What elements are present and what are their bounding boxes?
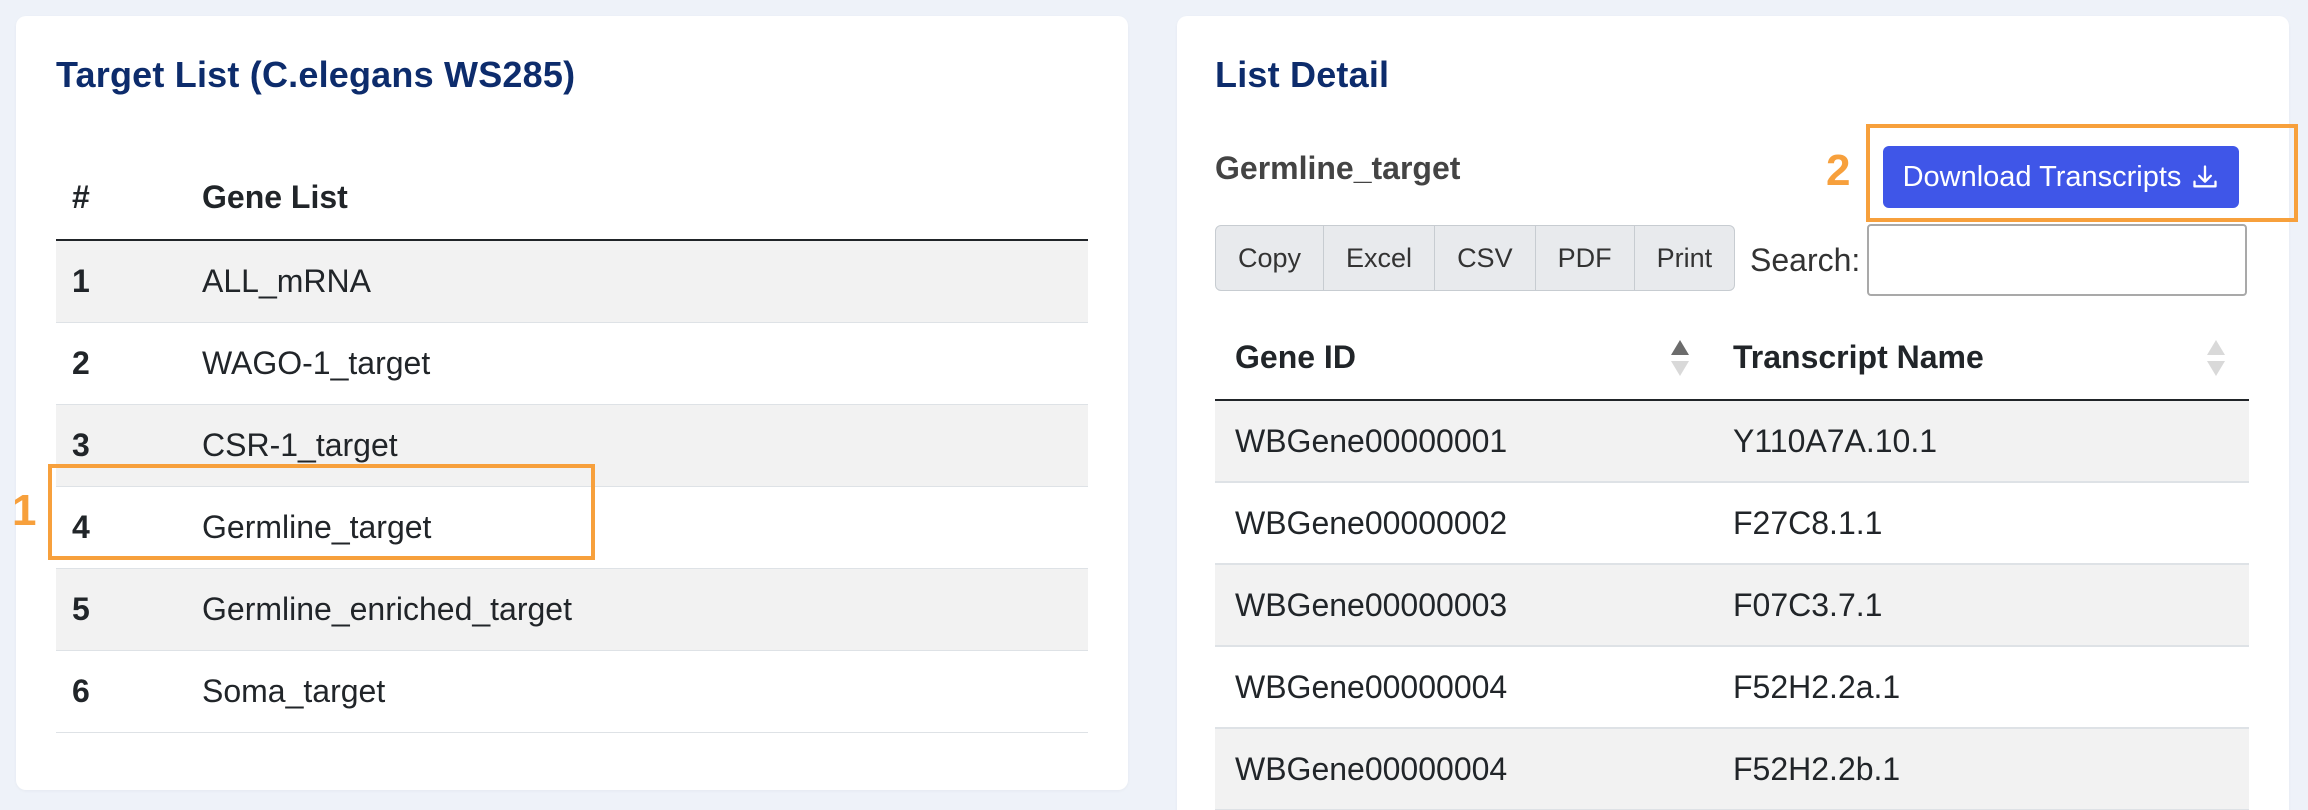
column-header-gene-list[interactable]: Gene List: [186, 156, 1088, 241]
annotation-highlight-1: [48, 464, 595, 560]
table-row: WBGene00000003 F07C3.7.1: [1215, 564, 2249, 647]
column-header-number[interactable]: #: [56, 156, 186, 241]
table-row: WBGene00000002 F27C8.1.1: [1215, 482, 2249, 565]
gene-list-name[interactable]: ALL_mRNA: [186, 240, 1088, 323]
row-number: 1: [56, 240, 186, 323]
gene-id-cell: WBGene00000003: [1215, 564, 1713, 647]
table-row: WBGene00000001 Y110A7A.10.1: [1215, 400, 2249, 483]
sort-both-icon: [2207, 340, 2225, 376]
transcript-name-cell: Y110A7A.10.1: [1713, 400, 2249, 483]
gene-id-cell: WBGene00000004: [1215, 728, 1713, 810]
transcript-name-cell: F52H2.2b.1: [1713, 728, 2249, 810]
gene-id-cell: WBGene00000004: [1215, 646, 1713, 729]
print-button[interactable]: Print: [1634, 225, 1736, 291]
excel-button[interactable]: Excel: [1324, 225, 1436, 291]
annotation-highlight-2: [1866, 124, 2298, 222]
column-header-gene-id[interactable]: Gene ID: [1215, 316, 1713, 401]
column-header-gene-id-label: Gene ID: [1235, 339, 1356, 375]
search-input[interactable]: [1867, 224, 2247, 296]
annotation-number-2: 2: [1826, 146, 1851, 195]
transcript-name-cell: F07C3.7.1: [1713, 564, 2249, 647]
gene-list-row[interactable]: 5 Germline_enriched_target: [56, 568, 1088, 651]
csv-button[interactable]: CSV: [1435, 225, 1536, 291]
row-number: 6: [56, 650, 186, 733]
gene-list-name[interactable]: Soma_target: [186, 650, 1088, 733]
gene-list-row[interactable]: 6 Soma_target: [56, 650, 1088, 733]
pdf-button[interactable]: PDF: [1535, 225, 1635, 291]
gene-list-row[interactable]: 2 WAGO-1_target: [56, 322, 1088, 405]
row-number: 5: [56, 568, 186, 651]
selected-list-name: Germline_target: [1215, 150, 1461, 186]
annotation-number-1: 1: [12, 486, 37, 535]
target-list-card: Target List (C.elegans WS285) # Gene Lis…: [16, 16, 1128, 790]
search-label: Search:: [1750, 242, 1861, 278]
list-detail-title: List Detail: [1215, 54, 1390, 95]
gene-id-cell: WBGene00000001: [1215, 400, 1713, 483]
transcript-name-cell: F52H2.2a.1: [1713, 646, 2249, 729]
column-header-transcript-name-label: Transcript Name: [1733, 339, 1984, 375]
sort-ascending-icon: [1671, 340, 1689, 376]
gene-list-name[interactable]: Germline_enriched_target: [186, 568, 1088, 651]
table-row: WBGene00000004 F52H2.2a.1: [1215, 646, 2249, 729]
transcript-name-cell: F27C8.1.1: [1713, 482, 2249, 565]
table-row: WBGene00000004 F52H2.2b.1: [1215, 728, 2249, 810]
transcript-table: Gene ID Transcript Name WBGene00000001 Y…: [1215, 316, 2249, 810]
target-list-title: Target List (C.elegans WS285): [56, 54, 576, 95]
gene-id-cell: WBGene00000002: [1215, 482, 1713, 565]
row-number: 2: [56, 322, 186, 405]
gene-list-name[interactable]: WAGO-1_target: [186, 322, 1088, 405]
gene-list-table: # Gene List 1 ALL_mRNA 2 WAGO-1_target 3…: [56, 156, 1088, 733]
export-button-group: Copy Excel CSV PDF Print: [1215, 225, 1736, 291]
copy-button[interactable]: Copy: [1215, 225, 1325, 291]
gene-list-row[interactable]: 1 ALL_mRNA: [56, 240, 1088, 323]
column-header-transcript-name[interactable]: Transcript Name: [1713, 316, 2249, 401]
